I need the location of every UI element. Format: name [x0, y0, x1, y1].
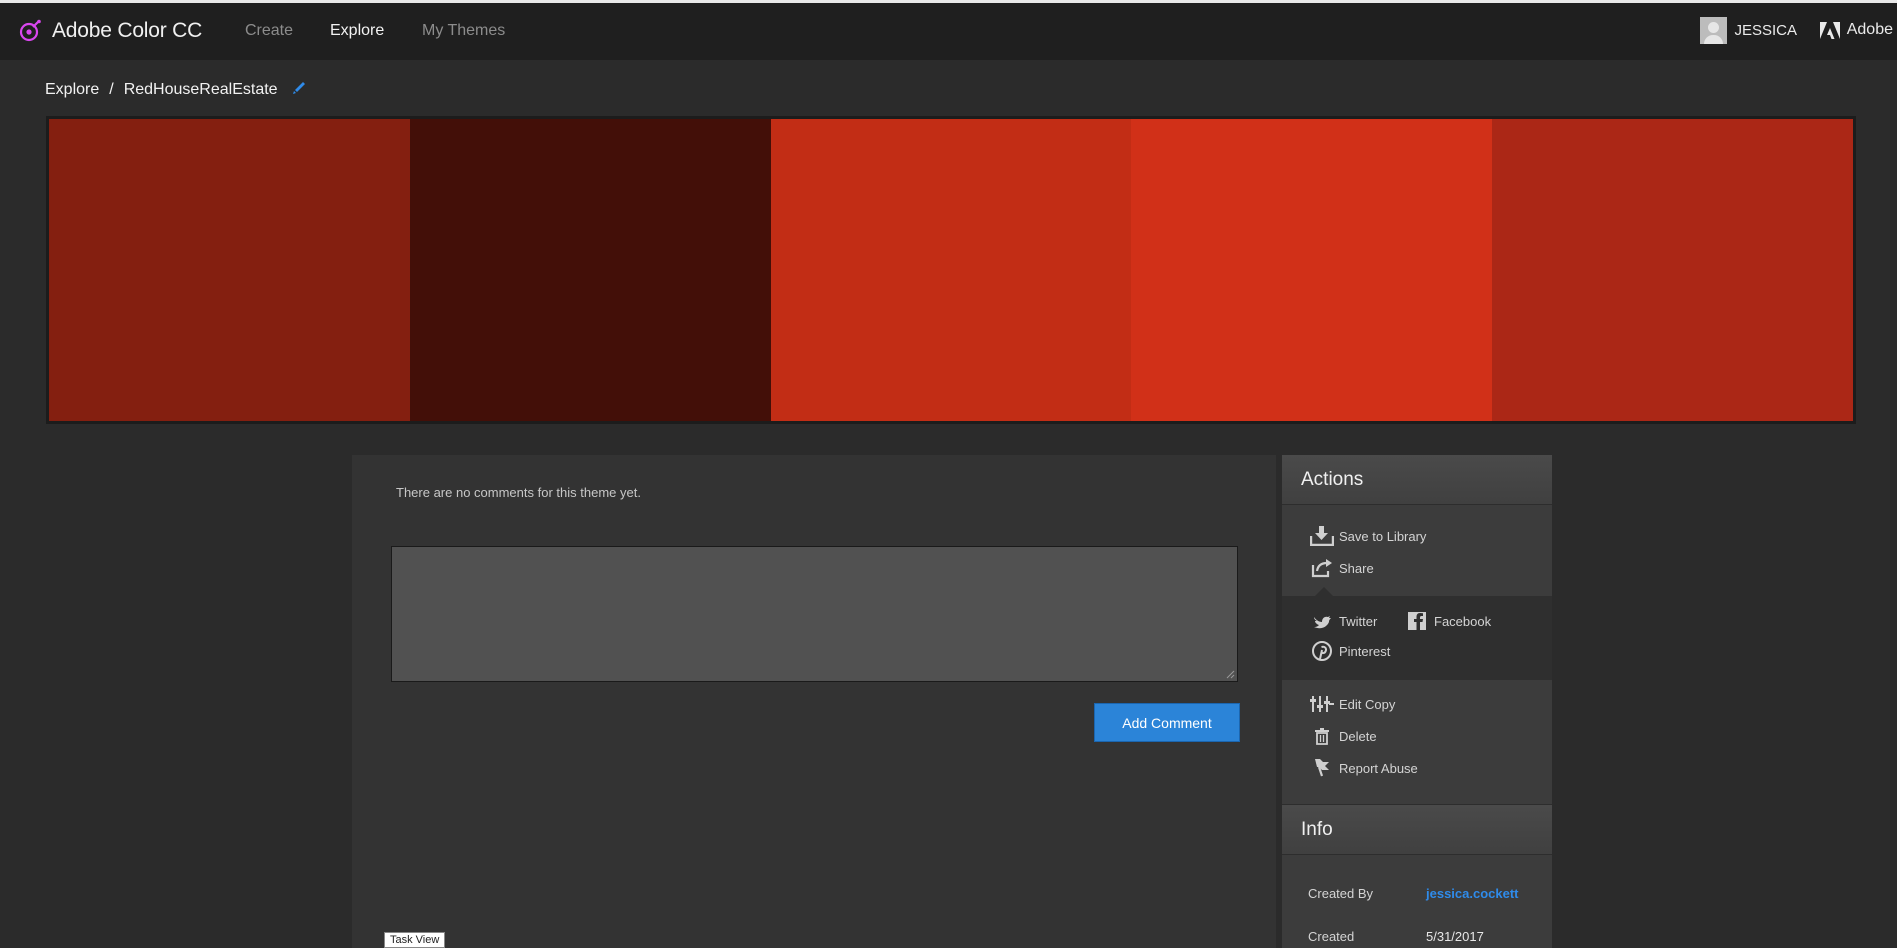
sidebar: Actions Save to Library Share Twitter Fa…	[1282, 455, 1552, 948]
nav-explore[interactable]: Explore	[330, 22, 384, 40]
color-swatch[interactable]	[770, 119, 1132, 421]
user-name: JESSICA	[1734, 22, 1797, 39]
breadcrumb-explore[interactable]: Explore	[45, 81, 99, 99]
app-logo[interactable]: Adobe Color CC	[18, 19, 202, 43]
edit-copy-label: Edit Copy	[1339, 696, 1396, 712]
color-palette	[46, 116, 1856, 424]
color-swatch[interactable]	[49, 119, 410, 421]
share-button[interactable]: Share	[1309, 557, 1374, 579]
share-label: Share	[1339, 560, 1374, 576]
share-icon	[1309, 557, 1335, 579]
report-abuse-label: Report Abuse	[1339, 760, 1418, 776]
color-swatch[interactable]	[1492, 119, 1853, 421]
comment-input[interactable]	[391, 546, 1238, 682]
pinterest-share-button[interactable]: Pinterest	[1309, 640, 1390, 662]
adobe-link[interactable]: Adobe	[1819, 21, 1893, 39]
adobe-label: Adobe	[1846, 21, 1893, 38]
share-pointer	[1315, 587, 1333, 596]
creator-link[interactable]: jessica.cockett	[1426, 886, 1519, 901]
pinterest-label: Pinterest	[1339, 643, 1391, 659]
report-abuse-button[interactable]: Report Abuse	[1309, 757, 1418, 779]
created-label: Created	[1308, 929, 1355, 944]
save-to-library-label: Save to Library	[1339, 528, 1427, 544]
edit-pencil-icon[interactable]	[292, 80, 307, 100]
adobe-logo-icon	[1819, 21, 1840, 39]
download-icon	[1309, 525, 1335, 547]
add-comment-button[interactable]: Add Comment	[1094, 703, 1240, 742]
edit-copy-button[interactable]: Edit Copy	[1309, 693, 1395, 715]
trash-icon	[1309, 725, 1335, 747]
color-swatch[interactable]	[1131, 119, 1493, 421]
info-header: Info	[1282, 805, 1552, 855]
breadcrumb: Explore / RedHouseRealEstate	[45, 80, 307, 100]
avatar	[1700, 17, 1728, 44]
color-swatch[interactable]	[409, 119, 771, 421]
delete-label: Delete	[1339, 728, 1377, 744]
facebook-icon	[1404, 610, 1430, 632]
flag-icon	[1309, 757, 1335, 779]
pinterest-icon	[1309, 640, 1335, 662]
facebook-label: Facebook	[1434, 613, 1492, 629]
created-date: 5/31/2017	[1426, 929, 1484, 944]
twitter-label: Twitter	[1339, 613, 1378, 629]
top-nav-bar: Adobe Color CC Create Explore My Themes …	[0, 0, 1897, 60]
no-comments-message: There are no comments for this theme yet…	[396, 485, 641, 500]
nav-create[interactable]: Create	[245, 22, 293, 40]
actions-header: Actions	[1282, 455, 1552, 505]
adobe-color-logo-icon	[19, 19, 41, 42]
resize-grip-icon[interactable]	[1226, 670, 1235, 679]
breadcrumb-separator: /	[109, 81, 114, 98]
twitter-share-button[interactable]: Twitter	[1309, 610, 1377, 632]
twitter-icon	[1309, 610, 1335, 632]
user-menu[interactable]: JESSICA	[1700, 17, 1797, 44]
comments-panel: There are no comments for this theme yet…	[352, 455, 1276, 948]
created-by-label: Created By	[1308, 886, 1374, 901]
theme-name: RedHouseRealEstate	[123, 81, 278, 98]
share-options-panel: Twitter Facebook Pinterest	[1282, 596, 1552, 680]
app-name: Adobe Color CC	[52, 19, 203, 42]
nav-my-themes[interactable]: My Themes	[422, 22, 505, 40]
delete-button[interactable]: Delete	[1309, 725, 1377, 747]
task-view-tooltip: Task View	[384, 932, 446, 948]
sliders-icon	[1309, 693, 1335, 715]
save-to-library-button[interactable]: Save to Library	[1309, 525, 1426, 547]
facebook-share-button[interactable]: Facebook	[1404, 610, 1491, 632]
